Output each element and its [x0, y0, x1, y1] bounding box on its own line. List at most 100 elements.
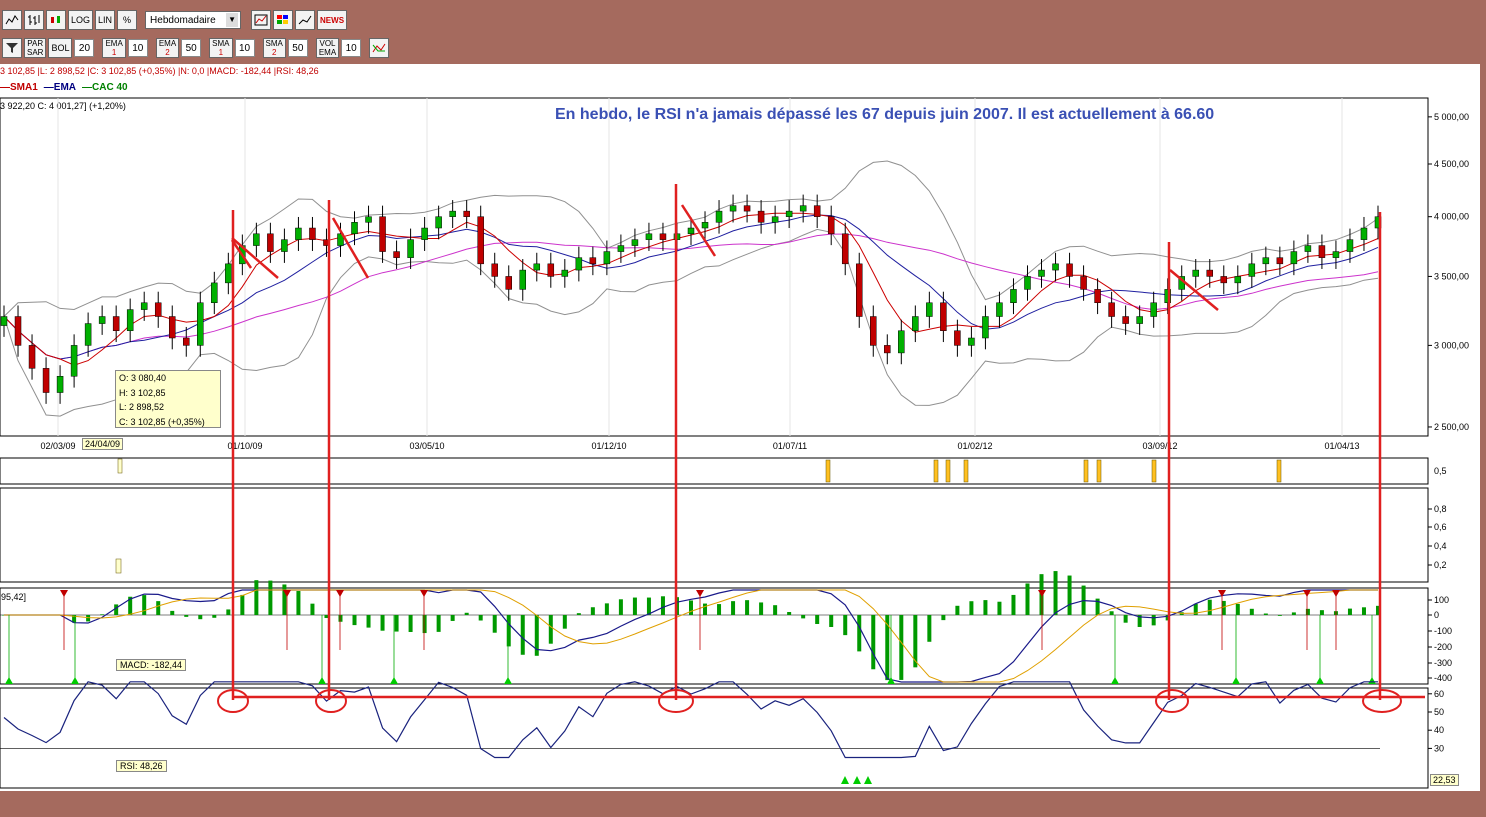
macd-histogram-bar — [1319, 610, 1324, 615]
macd-histogram-bar — [520, 615, 525, 655]
candle-body — [912, 316, 919, 331]
candle-body — [1122, 316, 1129, 324]
rsi-y-tick-label: 40 — [1434, 725, 1444, 735]
candle-body — [435, 216, 442, 229]
macd-corner-value: 95,42] — [1, 592, 27, 602]
macd-histogram-bar — [1053, 571, 1058, 615]
x-tick-label: 01/02/12 — [957, 441, 992, 451]
macd-histogram-bar — [618, 599, 623, 615]
macd-histogram-bar — [310, 603, 315, 615]
candle-body — [421, 227, 428, 240]
price-y-tick-label: 2 500,00 — [1434, 422, 1469, 432]
macd-histogram-bar — [352, 615, 357, 626]
volume-bar — [115, 558, 122, 574]
rsi-pane-frame — [0, 687, 1429, 789]
candle-body — [575, 257, 583, 271]
candle-body — [140, 302, 148, 310]
macd-histogram-bar — [689, 600, 693, 615]
macd-buy-marker — [1232, 677, 1240, 684]
price-y-tick-label: 4 000,00 — [1434, 212, 1469, 222]
signal-bar — [945, 459, 951, 483]
macd-pane-frame — [0, 587, 1429, 685]
candle-body — [1052, 263, 1059, 271]
macd-histogram-bar — [142, 595, 147, 615]
macd-y-tick-label: 0 — [1434, 610, 1439, 620]
price-y-tick-label: 3 000,00 — [1434, 340, 1469, 350]
candle-body — [365, 216, 372, 223]
macd-histogram-bar — [268, 580, 273, 615]
x-tick-label: 01/07/11 — [773, 441, 807, 451]
macd-value-label: MACD: -182,44 — [116, 659, 187, 671]
macd-histogram-bar — [100, 614, 105, 615]
candle-body — [996, 302, 1003, 317]
candle-body — [351, 222, 358, 235]
candle-body — [1304, 245, 1312, 252]
macd-histogram-bar — [1291, 612, 1296, 615]
candle-body — [225, 263, 232, 284]
candle-body — [1262, 257, 1270, 265]
macd-histogram-bar — [871, 615, 876, 670]
candle-body — [1234, 276, 1242, 284]
candle-body — [940, 302, 947, 331]
macd-buy-marker — [1368, 677, 1376, 684]
macd-histogram-bar — [394, 615, 399, 632]
macd-histogram-bar — [731, 601, 736, 615]
macd-histogram-bar — [646, 597, 651, 615]
macd-histogram-bar — [1011, 594, 1016, 615]
macd-histogram-bar — [1207, 599, 1212, 615]
x-cursor-label: 24/04/09 — [82, 438, 124, 450]
macd-sell-marker — [336, 590, 344, 597]
x-tick-label: 03/09/12 — [1142, 441, 1177, 451]
candle-body — [14, 316, 22, 346]
candle-body — [183, 337, 190, 346]
candle-body — [631, 239, 639, 246]
macd-histogram-bar — [703, 603, 708, 615]
candle-body — [0, 316, 8, 326]
macd-histogram-bar — [478, 615, 483, 621]
macd-histogram-bar — [338, 615, 343, 622]
rsi-buy-marker — [864, 776, 872, 784]
macd-histogram-bar — [1277, 615, 1282, 616]
candle-body — [898, 330, 905, 354]
candle-body — [561, 269, 569, 277]
candle-body — [253, 233, 260, 246]
candle-body — [112, 316, 120, 331]
macd-histogram-bar — [829, 615, 834, 627]
x-tick-label: 03/05/10 — [409, 441, 444, 451]
candle-body — [827, 216, 835, 235]
macd-histogram-bar — [717, 604, 722, 615]
candle-body — [617, 245, 625, 252]
macd-sell-marker — [60, 590, 68, 597]
volume-y-tick-label: 0,8 — [1434, 504, 1447, 514]
volume-pane-frame — [0, 487, 1429, 583]
x-tick-label: 02/03/09 — [40, 441, 75, 451]
candle-body — [729, 205, 737, 212]
rsi-y-tick-label: 60 — [1434, 689, 1444, 699]
candle-body — [799, 205, 807, 212]
candle-body — [168, 316, 176, 339]
candle-body — [968, 337, 975, 346]
macd-histogram-bar — [969, 601, 974, 615]
rsi-buy-marker — [853, 776, 861, 784]
peak-circle — [1155, 689, 1189, 713]
candle-body — [28, 345, 36, 369]
macd-histogram-bar — [240, 594, 245, 615]
macd-histogram-bar — [773, 605, 778, 615]
signal-bar — [963, 459, 969, 483]
candle-body — [1360, 227, 1368, 240]
macd-histogram-bar — [184, 615, 189, 617]
candle-body — [197, 302, 204, 346]
candle-body — [813, 205, 821, 217]
macd-histogram-bar — [296, 591, 301, 615]
macd-buy-marker — [71, 677, 79, 684]
macd-buy-marker — [390, 677, 398, 684]
candle-body — [1332, 251, 1340, 258]
price-y-tick-label: 5 000,00 — [1434, 112, 1469, 122]
candle-body — [743, 205, 751, 212]
macd-buy-marker — [1111, 677, 1119, 684]
macd-histogram-bar — [226, 609, 231, 615]
macd-histogram-bar — [1305, 608, 1310, 615]
macd-histogram-bar — [955, 605, 960, 615]
macd-histogram-bar — [927, 615, 932, 642]
candle-body — [1220, 276, 1228, 284]
